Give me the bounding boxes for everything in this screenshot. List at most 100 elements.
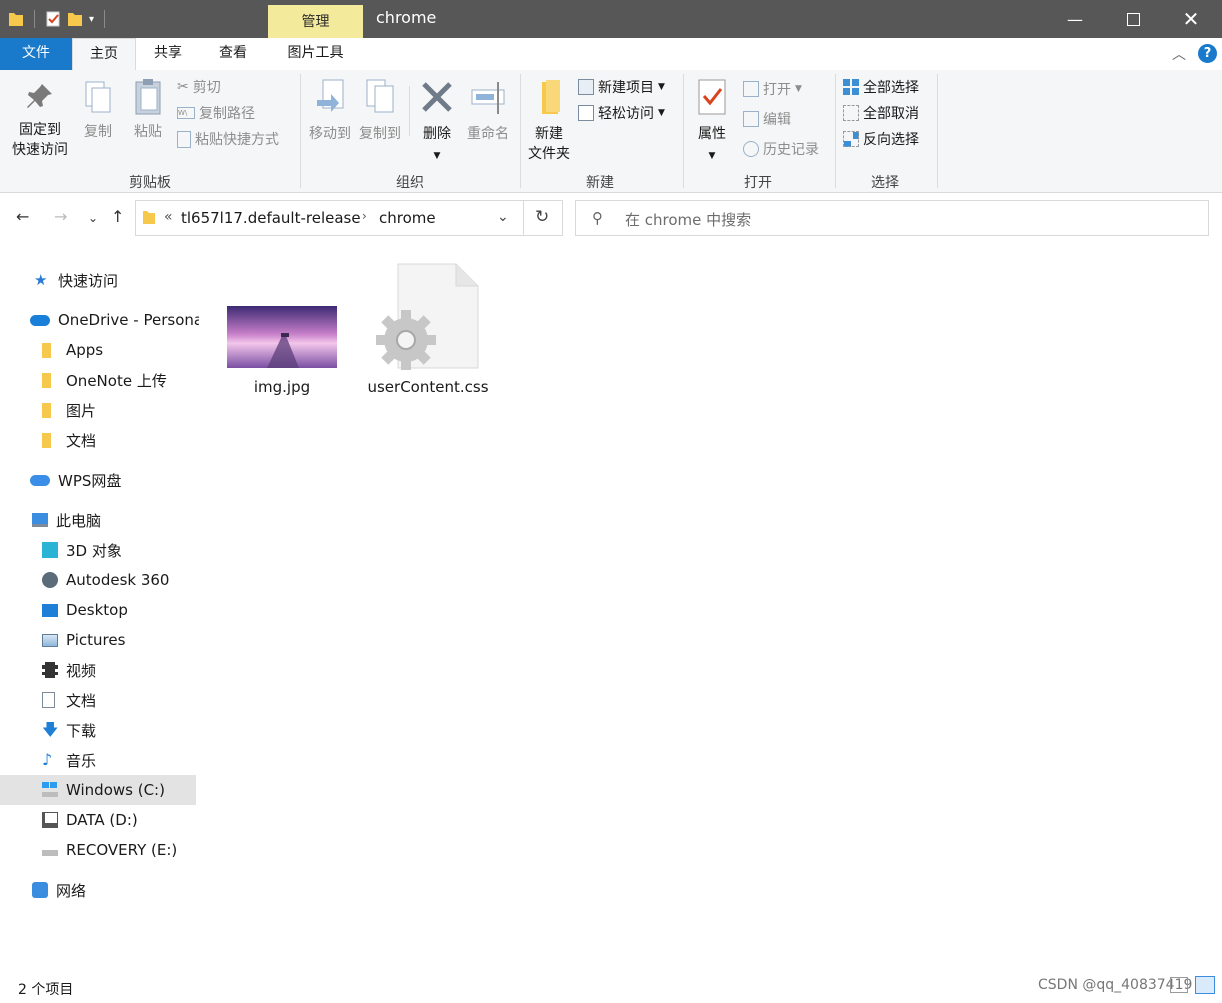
copy-path-button[interactable]: W\ 复制路径 (177, 102, 255, 124)
nav-onedrive-pictures[interactable]: 图片 (0, 395, 199, 425)
details-view-icon[interactable] (1170, 977, 1188, 993)
nav-documents[interactable]: 文档 (0, 685, 199, 715)
nav-autodesk-360[interactable]: Autodesk 360 (0, 565, 199, 595)
close-button[interactable]: ✕ (1162, 0, 1220, 38)
new-folder-button[interactable]: 新建 文件夹 (524, 78, 574, 164)
large-icons-view-icon[interactable] (1195, 976, 1215, 994)
paste-button[interactable]: 粘贴 (128, 78, 168, 142)
css-file-gear-icon (376, 263, 479, 370)
pin-label-1: 固定到 (19, 122, 61, 138)
nav-label: DATA (D:) (66, 811, 138, 829)
properties-dropdown-icon: ▼ (708, 151, 716, 161)
nav-label: OneNote 上传 (66, 371, 167, 390)
properties-button[interactable]: 属性 ▼ (690, 78, 734, 166)
copy-to-label: 复制到 (359, 126, 401, 142)
tab-file[interactable]: 文件 (0, 38, 72, 70)
nav-downloads[interactable]: 🡇 下载 (0, 715, 199, 745)
select-none-icon (843, 105, 859, 121)
nav-onedrive-documents[interactable]: 文档 (0, 425, 199, 455)
pin-to-quick-access-button[interactable]: 固定到 快速访问 (6, 80, 74, 160)
delete-button[interactable]: 删除 ▼ (416, 78, 458, 166)
invert-selection-button[interactable]: 反向选择 (843, 128, 919, 150)
file-item[interactable]: userContent.css (362, 262, 494, 396)
help-icon[interactable]: ? (1198, 44, 1217, 63)
recent-locations-chevron-icon[interactable]: ⌄ (88, 211, 98, 225)
file-list-pane[interactable] (199, 245, 1222, 971)
copy-button[interactable]: 复制 (78, 80, 118, 142)
close-icon: ✕ (1182, 7, 1200, 31)
tab-picture-tools[interactable]: 图片工具 (268, 38, 363, 70)
rename-button[interactable]: 重命名 (463, 78, 513, 144)
back-arrow-icon[interactable]: ← (16, 207, 29, 226)
nav-onedrive-onenote[interactable]: OneNote 上传 (0, 365, 199, 395)
title-bar[interactable] (0, 0, 1222, 38)
copy-path-icon: W\ (177, 107, 195, 119)
address-divider (523, 200, 524, 236)
nav-wps[interactable]: WPS网盘 (0, 465, 199, 495)
move-to-button[interactable]: 移动到 (305, 78, 355, 144)
move-to-icon (317, 79, 344, 112)
history-button[interactable]: 历史记录 (743, 138, 819, 160)
nav-this-pc[interactable]: 此电脑 (0, 505, 199, 535)
breadcrumb-overflow[interactable]: « (164, 209, 173, 225)
properties-icon[interactable] (45, 10, 61, 28)
refresh-icon[interactable]: ↻ (535, 207, 549, 227)
nav-recovery-e[interactable]: RECOVERY (E:) (0, 835, 199, 865)
select-all-button[interactable]: 全部选择 (843, 76, 919, 98)
tab-share[interactable]: 共享 (136, 38, 200, 70)
nav-desktop[interactable]: Desktop (0, 595, 199, 625)
tab-manage[interactable]: 管理 (268, 5, 363, 38)
tab-view[interactable]: 查看 (202, 38, 264, 70)
nav-videos[interactable]: 视频 (0, 655, 199, 685)
paste-shortcut-label: 粘贴快捷方式 (195, 132, 279, 148)
nav-data-d[interactable]: DATA (D:) (0, 805, 199, 835)
group-separator (300, 74, 301, 188)
customize-qat-icon[interactable]: ▾ (89, 14, 94, 25)
nav-label: Pictures (66, 631, 126, 649)
nav-label: WPS网盘 (58, 471, 122, 490)
star-icon: ★ (34, 271, 48, 289)
new-item-button[interactable]: 新建项目 ▼ (578, 76, 665, 98)
select-none-label: 全部取消 (863, 106, 919, 122)
edit-button[interactable]: 编辑 (743, 108, 791, 130)
tab-home[interactable]: 主页 (72, 38, 136, 71)
nav-pictures[interactable]: Pictures (0, 625, 199, 655)
nav-onedrive-apps[interactable]: Apps (0, 335, 199, 365)
forward-arrow-icon[interactable]: → (54, 207, 67, 226)
nav-windows-c[interactable]: Windows (C:) (0, 775, 196, 805)
new-folder-icon[interactable] (67, 10, 83, 28)
copy-to-button[interactable]: 复制到 (356, 78, 404, 144)
paste-shortcut-button[interactable]: 粘贴快捷方式 (177, 128, 279, 150)
breadcrumb-item[interactable]: chrome (379, 209, 436, 227)
group-separator (835, 74, 836, 188)
file-item[interactable]: img.jpg (222, 306, 342, 396)
open-label: 打开 (763, 82, 791, 98)
nav-music[interactable]: ♪ 音乐 (0, 745, 199, 775)
breadcrumb-separator-icon[interactable]: › (362, 209, 367, 223)
up-arrow-icon[interactable]: ↑ (111, 207, 124, 226)
nav-label: RECOVERY (E:) (66, 841, 178, 859)
nav-label: Desktop (66, 601, 128, 619)
nav-quick-access[interactable]: ★ 快速访问 (0, 265, 199, 295)
minimize-button[interactable]: — (1046, 0, 1104, 38)
edit-icon (743, 111, 759, 127)
dropdown-icon: ▼ (658, 82, 665, 92)
maximize-button[interactable] (1104, 0, 1162, 38)
easy-access-button[interactable]: 轻松访问 ▼ (578, 102, 665, 124)
group-label-new: 新建 (586, 175, 614, 191)
nav-onedrive[interactable]: OneDrive - Persona (0, 305, 199, 335)
copy-icon (85, 81, 111, 113)
nav-3d-objects[interactable]: 3D 对象 (0, 535, 199, 565)
delete-label: 删除 (423, 126, 451, 142)
select-none-button[interactable]: 全部取消 (843, 102, 919, 124)
nav-network[interactable]: 网络 (0, 875, 199, 905)
breadcrumb-item[interactable]: tl657l17.default-release (181, 209, 361, 227)
folder-icon[interactable] (8, 10, 24, 28)
autodesk-icon (42, 572, 58, 588)
history-label: 历史记录 (763, 142, 819, 158)
open-button[interactable]: 打开 ▼ (743, 78, 802, 100)
drive-icon (42, 812, 58, 828)
cut-button[interactable]: ✂ 剪切 (177, 76, 221, 98)
collapse-ribbon-icon[interactable]: ︿ (1172, 44, 1186, 64)
address-dropdown-icon[interactable]: ⌄ (497, 209, 509, 225)
